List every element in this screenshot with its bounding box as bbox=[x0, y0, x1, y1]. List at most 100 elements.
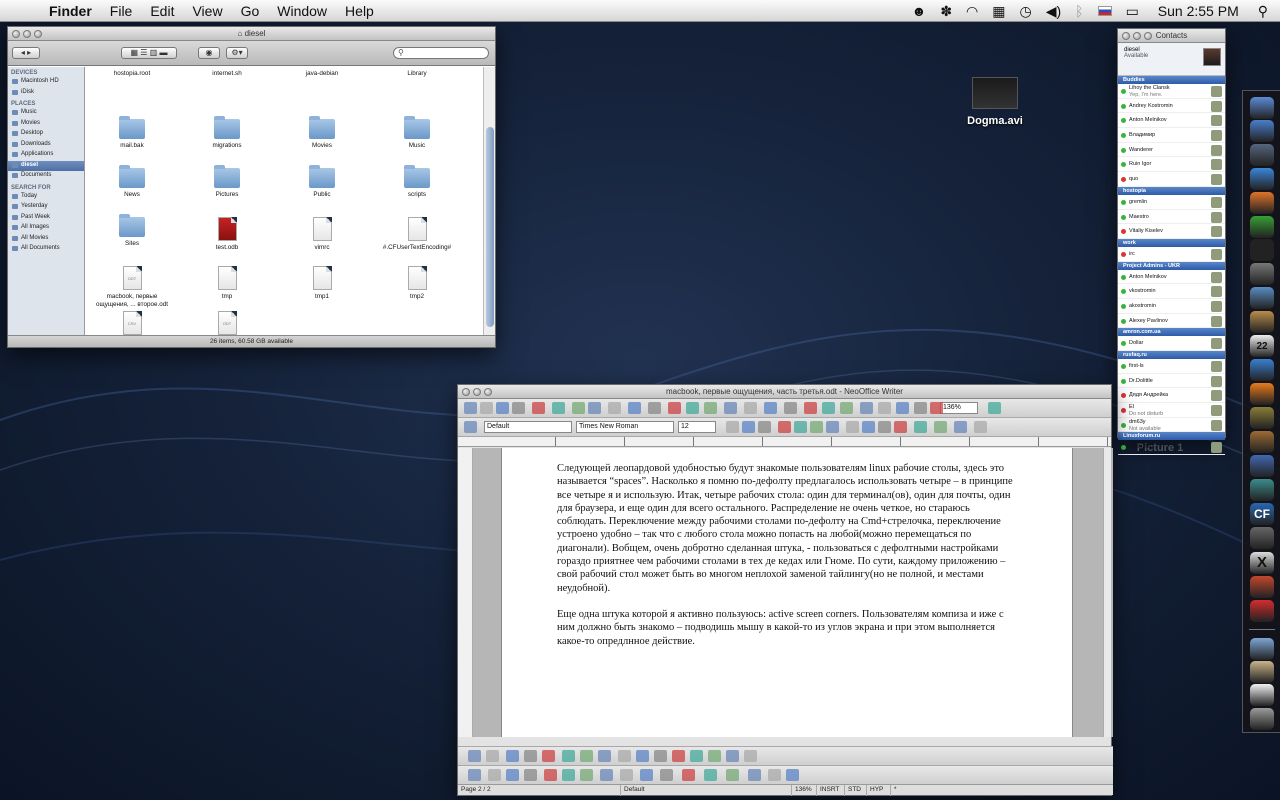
basic-shapes-icon[interactable] bbox=[600, 769, 613, 781]
gallery-icon[interactable] bbox=[804, 402, 817, 414]
datasource-icon[interactable] bbox=[822, 402, 835, 414]
zoom-button[interactable] bbox=[34, 30, 42, 38]
buddy-row[interactable]: irc bbox=[1118, 247, 1225, 262]
buddy-row[interactable]: vkostromin bbox=[1118, 284, 1225, 299]
block-arrows-icon[interactable] bbox=[640, 769, 653, 781]
table-design-icon[interactable] bbox=[726, 750, 739, 762]
spaces-icon[interactable]: ▦ bbox=[985, 3, 1012, 20]
time-machine-icon[interactable]: ◷ bbox=[1013, 3, 1039, 20]
line-icon[interactable] bbox=[488, 769, 501, 781]
open-icon[interactable] bbox=[480, 402, 493, 414]
quick-look-button[interactable]: ◉ bbox=[198, 47, 220, 59]
radio-icon[interactable] bbox=[580, 750, 593, 762]
sidebar-item-diesel[interactable]: diesel bbox=[8, 160, 84, 171]
table-icon[interactable] bbox=[724, 402, 737, 414]
document-text[interactable]: Следующей леопардовой удобностью будут з… bbox=[557, 462, 1019, 661]
finder-item[interactable]: ODTmacbook, первые ощущения, ... третья.… bbox=[185, 311, 269, 337]
freeform-icon[interactable] bbox=[544, 769, 557, 781]
image-control-icon[interactable] bbox=[636, 750, 649, 762]
dock-camera-icon[interactable] bbox=[1250, 527, 1274, 549]
contact-group-header[interactable]: hostopia bbox=[1118, 186, 1225, 195]
save-icon[interactable] bbox=[914, 402, 927, 414]
document-page[interactable]: Следующей леопардовой удобностью будут з… bbox=[501, 448, 1073, 737]
flowchart-icon[interactable] bbox=[660, 769, 673, 781]
contacts-titlebar[interactable]: Contacts bbox=[1118, 29, 1225, 43]
dock-itunes-icon[interactable] bbox=[1250, 359, 1274, 381]
buddy-row[interactable]: Дядя Андрейка bbox=[1118, 388, 1225, 404]
dock-guitar-icon[interactable] bbox=[1250, 431, 1274, 453]
sidebar-item-idisk[interactable]: iDisk bbox=[8, 88, 84, 99]
new-doc-icon[interactable] bbox=[878, 402, 891, 414]
export-icon[interactable] bbox=[512, 402, 525, 414]
align-center-icon[interactable] bbox=[794, 421, 807, 433]
align-left-icon[interactable] bbox=[778, 421, 791, 433]
dock-preview-icon[interactable] bbox=[1250, 287, 1274, 309]
buddy-row[interactable]: Wanderer bbox=[1118, 143, 1225, 158]
input-flag-icon[interactable] bbox=[1091, 6, 1119, 16]
dock-document-icon[interactable] bbox=[1250, 684, 1274, 706]
numbering-icon[interactable] bbox=[846, 421, 859, 433]
horizontal-ruler[interactable] bbox=[458, 437, 1111, 447]
sidebar-item-all-images[interactable]: All Images bbox=[8, 223, 84, 234]
field-icon[interactable] bbox=[486, 750, 499, 762]
dock-finder-icon[interactable] bbox=[1250, 97, 1274, 119]
edit-icon[interactable] bbox=[988, 402, 1001, 414]
undo-icon[interactable] bbox=[668, 402, 681, 414]
menu-window[interactable]: Window bbox=[268, 3, 336, 19]
spotlight-search-icon[interactable]: ⚲ bbox=[1251, 3, 1280, 20]
finder-item[interactable]: migrations bbox=[185, 116, 269, 150]
close-button[interactable] bbox=[462, 388, 470, 396]
wizard-icon[interactable] bbox=[672, 750, 685, 762]
finder-item[interactable]: News bbox=[90, 165, 174, 199]
finder-item[interactable]: #.CFUserTextEncoding# bbox=[375, 217, 459, 252]
finder-item[interactable]: scripts bbox=[375, 165, 459, 199]
font-size-box[interactable]: 12 bbox=[678, 421, 716, 433]
buddy-row[interactable]: madskull bbox=[1118, 440, 1225, 456]
paste-icon[interactable] bbox=[628, 402, 641, 414]
finder-item[interactable]: CSVuplink-batch7-round1-testing.csv bbox=[90, 311, 174, 337]
sidebar-item-all-documents[interactable]: All Documents bbox=[8, 244, 84, 255]
points-icon[interactable] bbox=[726, 769, 739, 781]
export-icon[interactable] bbox=[930, 402, 943, 414]
minimize-button[interactable] bbox=[1133, 32, 1141, 40]
dock-iphoto-icon[interactable] bbox=[1250, 263, 1274, 285]
from-file-icon[interactable] bbox=[768, 769, 781, 781]
sidebar-item-today[interactable]: Today bbox=[8, 192, 84, 203]
show-draw-icon[interactable] bbox=[744, 402, 757, 414]
callouts-icon[interactable] bbox=[682, 769, 695, 781]
dock-network-icon[interactable] bbox=[1250, 455, 1274, 477]
anchor-icon[interactable] bbox=[690, 750, 703, 762]
extrusion-icon[interactable] bbox=[786, 769, 799, 781]
italic-icon[interactable] bbox=[742, 421, 755, 433]
menu-clock[interactable]: Sun 2:55 PM bbox=[1146, 3, 1251, 19]
design-icon[interactable] bbox=[654, 750, 667, 762]
callout-icon[interactable] bbox=[580, 769, 593, 781]
dock-time-machine-icon[interactable] bbox=[1250, 479, 1274, 501]
sidebar-item-desktop[interactable]: Desktop bbox=[8, 129, 84, 140]
vertical-ruler[interactable] bbox=[458, 448, 473, 737]
align-right-icon[interactable] bbox=[810, 421, 823, 433]
sidebar-item-downloads[interactable]: Downloads bbox=[8, 140, 84, 151]
sidebar-item-past-week[interactable]: Past Week bbox=[8, 213, 84, 224]
menu-view[interactable]: View bbox=[183, 3, 231, 19]
check-icon[interactable] bbox=[562, 750, 575, 762]
hyperlink-icon[interactable] bbox=[704, 402, 717, 414]
sidebar-item-applications[interactable]: Applications bbox=[8, 150, 84, 161]
contact-group-header[interactable]: Project Admins - UKR bbox=[1118, 261, 1225, 270]
scroll-thumb[interactable] bbox=[486, 127, 494, 327]
justify-icon[interactable] bbox=[826, 421, 839, 433]
buddy-row[interactable]: dm63y Not available bbox=[1118, 418, 1225, 433]
buddy-row[interactable]: Anton Melnikov bbox=[1118, 270, 1225, 285]
group-icon[interactable] bbox=[618, 750, 631, 762]
zoom-button[interactable] bbox=[484, 388, 492, 396]
bluetooth-icon[interactable]: ᛒ bbox=[1068, 3, 1090, 19]
save-icon[interactable] bbox=[496, 402, 509, 414]
sidebar-item-yesterday[interactable]: Yesterday bbox=[8, 202, 84, 213]
zoom-button[interactable] bbox=[1144, 32, 1152, 40]
finder-item[interactable]: tmp bbox=[185, 266, 269, 301]
rectangle-icon[interactable] bbox=[506, 769, 519, 781]
push-button-icon[interactable] bbox=[598, 750, 611, 762]
dock-folder-icon[interactable] bbox=[1250, 638, 1274, 660]
back-forward-buttons[interactable]: ◂ ▸ bbox=[12, 47, 40, 59]
volume-icon[interactable]: ◀) bbox=[1039, 3, 1068, 20]
